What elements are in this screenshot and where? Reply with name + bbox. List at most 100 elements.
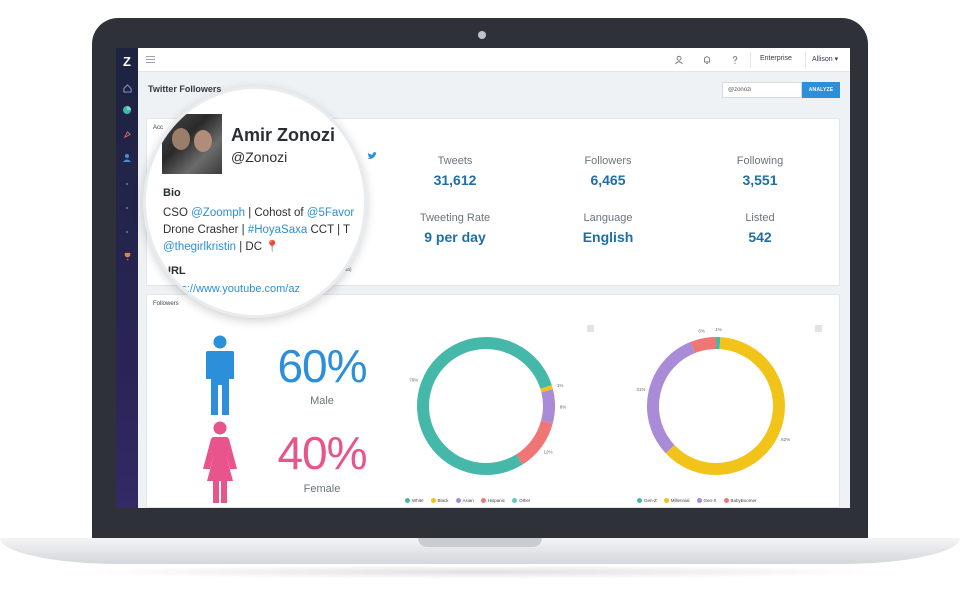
home-icon[interactable] [121, 82, 133, 94]
stat-value: English [582, 229, 634, 245]
stat-tweeting-rate: Tweeting Rate 9 per day [395, 212, 515, 245]
bell-icon[interactable] [701, 54, 713, 66]
legend-swatch [637, 498, 642, 503]
legend-swatch [696, 498, 702, 503]
stat-value: 542 [748, 229, 772, 245]
female-percentage: 40% [277, 427, 367, 479]
pin-icon: 📍 [265, 241, 280, 253]
legend-item[interactable]: Millennial [663, 498, 690, 503]
legend-label: Gen-X [703, 498, 717, 503]
legend-label: Hispanic [487, 498, 506, 503]
stat-value: 31,612 [433, 172, 477, 188]
stat-value: 3,551 [742, 172, 778, 188]
twitter-icon [367, 147, 377, 165]
slice-label: 31% [636, 387, 645, 392]
followers-card-label: Followers [153, 301, 179, 307]
left-nav: Z [116, 48, 138, 508]
profile-url-link[interactable]: https://www.youtube.com/az [163, 283, 300, 295]
rocket-icon[interactable] [121, 128, 133, 140]
slice-label: 79% [409, 377, 418, 382]
nav-dot-icon[interactable] [121, 178, 133, 190]
divider [750, 52, 751, 68]
trophy-icon[interactable] [121, 250, 133, 262]
user-menu[interactable]: Allison ▾ [812, 55, 838, 63]
chart-menu-icon[interactable] [815, 325, 822, 332]
legend-label: Black [437, 498, 449, 503]
stat-value: 9 per day [424, 229, 486, 245]
user-icon[interactable] [673, 54, 685, 66]
legend-swatch [663, 498, 669, 503]
nav-dot-icon[interactable] [121, 226, 133, 238]
stat-label: Followers [584, 155, 632, 167]
bio-line: CSO @Zoomph | Cohost of @5Favor [163, 205, 364, 222]
stat-listed: Listed 542 [700, 212, 820, 245]
slice-label: 6% [698, 328, 705, 333]
profile-magnifier: Amir Zonozi @Zonozi Bio CSO @Zoomph | Co… [143, 86, 367, 318]
stat-label: Tweets [437, 155, 473, 167]
stat-value: 6,465 [590, 172, 626, 188]
legend-item[interactable]: Black [430, 498, 449, 503]
search-input[interactable] [722, 82, 802, 98]
app-logo[interactable]: Z [119, 54, 135, 70]
legend-label: Asian [462, 498, 474, 503]
stat-tweets: Tweets 31,612 [395, 155, 515, 188]
donut-slice-millennial[interactable] [665, 337, 785, 475]
slice-label: 1% [715, 327, 722, 332]
legend-swatch [480, 498, 486, 503]
camera-dot [478, 31, 486, 39]
chart-menu-icon[interactable] [587, 325, 594, 332]
bio-line: Drone Crasher | #HoyaSaxa CCT | T [163, 222, 364, 239]
legend-item[interactable]: White [405, 498, 424, 503]
donut-slice-gen-x[interactable] [647, 341, 696, 454]
stat-label: Listed [745, 212, 775, 224]
stat-followers: Followers 6,465 [548, 155, 668, 188]
analyze-button[interactable]: ANALYZE [802, 82, 840, 98]
donut-slice-babyboomer[interactable] [690, 337, 717, 354]
mention-link[interactable]: @Zoomph [191, 207, 245, 219]
avatar [162, 114, 222, 174]
female-icon [201, 421, 239, 508]
stat-following: Following 3,551 [700, 155, 820, 188]
enterprise-menu[interactable]: Enterprise [760, 55, 792, 62]
stat-label: Language [583, 212, 633, 224]
audience-icon[interactable] [121, 152, 133, 164]
mention-link[interactable]: @thegirlkristin [163, 241, 236, 253]
legend-label: Gen-Z [644, 498, 657, 503]
legend-swatch [512, 498, 518, 503]
legend-item[interactable]: BabyBoomer [723, 498, 757, 503]
stat-label: Tweeting Rate [419, 212, 491, 224]
ethnicity-donut-chart: 79% 1% 8% 12% [409, 337, 567, 475]
mention-link[interactable]: @5Favor [307, 207, 354, 219]
analytics-icon[interactable] [121, 104, 133, 116]
hashtag-link[interactable]: #HoyaSaxa [248, 224, 307, 236]
stat-label: Following [736, 155, 784, 167]
slice-label: 62% [781, 437, 790, 442]
legend-swatch [455, 498, 461, 503]
slice-label: 8% [560, 405, 567, 410]
slice-label: 12% [543, 450, 552, 455]
legend-label: BabyBoomer [730, 498, 757, 503]
profile-name: Amir Zonozi [231, 125, 335, 145]
menu-icon[interactable] [146, 56, 155, 63]
male-label: Male [310, 395, 334, 407]
bio-text: CSO @Zoomph | Cohost of @5Favor Drone Cr… [163, 205, 364, 256]
donut-slice-asian[interactable] [541, 389, 555, 424]
stat-language: Language English [548, 212, 668, 245]
profile-handle: @Zonozi [231, 149, 288, 165]
bio-text-part: | DC [236, 241, 266, 253]
followers-card: Followers 60% Male 40% Female 79% 1% 8% 1 [146, 294, 840, 508]
legend-swatch [430, 498, 436, 503]
url-heading: URL [163, 265, 186, 277]
donut-slice-black[interactable] [540, 385, 553, 393]
legend-item[interactable]: Hispanic [480, 498, 506, 503]
legend-item[interactable]: Asian [455, 498, 474, 503]
nav-dot-icon[interactable] [121, 202, 133, 214]
generation-legend: Gen-Z Millennial Gen-X BabyBoomer [637, 498, 757, 503]
legend-item[interactable]: Gen-X [696, 498, 717, 503]
help-icon[interactable] [729, 54, 741, 66]
legend-label: Other [519, 498, 531, 503]
bio-text-part: CCT | T [307, 224, 351, 236]
female-label: Female [303, 483, 341, 495]
legend-item[interactable]: Gen-Z [637, 498, 657, 503]
legend-item[interactable]: Other [512, 498, 530, 503]
